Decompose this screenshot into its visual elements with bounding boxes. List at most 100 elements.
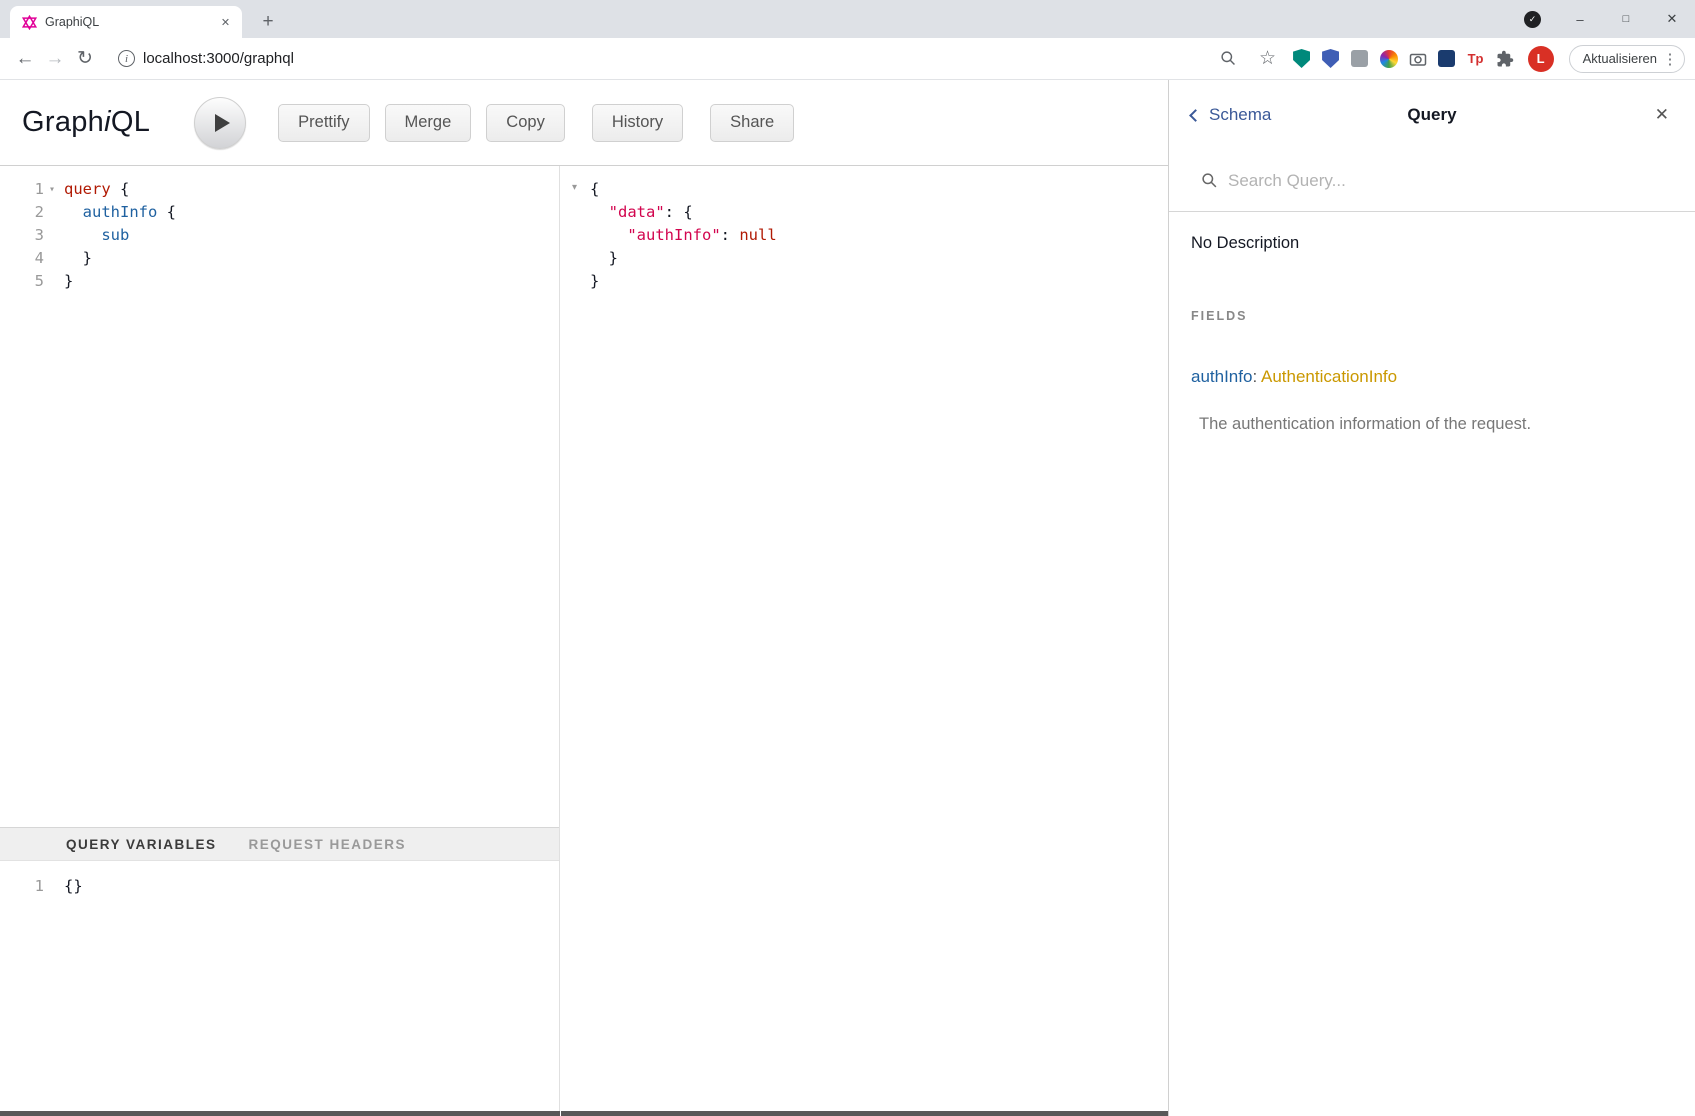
docs-field-name-link[interactable]: authInfo xyxy=(1191,367,1252,386)
result-line: { xyxy=(560,178,1168,201)
token-null-value: null xyxy=(739,226,776,244)
address-bar[interactable]: i localhost:3000/graphql xyxy=(100,43,1214,75)
graphql-favicon-icon xyxy=(22,15,37,30)
query-line: 5 } xyxy=(0,270,559,293)
chevron-left-icon xyxy=(1189,109,1202,122)
docs-title: Query xyxy=(1407,105,1456,125)
reload-button[interactable]: ↻ xyxy=(70,44,100,74)
window-close-button[interactable]: ✕ xyxy=(1649,0,1695,38)
browser-tab[interactable]: GraphiQL ✕ xyxy=(10,6,242,38)
tab-request-headers[interactable]: REQUEST HEADERS xyxy=(249,837,407,852)
query-editor-pane: 1 ▾ query { 2 authInfo { 3 sub 4 } 5 xyxy=(0,166,560,1116)
line-number: 1 xyxy=(0,178,44,201)
browser-menu-icon[interactable]: ⋮ xyxy=(1660,46,1680,72)
result-line: "data": { xyxy=(560,201,1168,224)
token-punctuation: } xyxy=(590,249,618,267)
docs-no-description: No Description xyxy=(1191,234,1673,253)
fold-arrow-icon[interactable]: ▾ xyxy=(44,178,60,201)
token-punctuation: } xyxy=(64,249,92,267)
query-line: 1 ▾ query { xyxy=(0,178,559,201)
result-line: } xyxy=(560,247,1168,270)
variables-tabs: QUERY VARIABLES REQUEST HEADERS xyxy=(0,827,559,861)
url-text: localhost:3000/graphql xyxy=(143,50,294,67)
tab-query-variables[interactable]: QUERY VARIABLES xyxy=(66,837,217,852)
docs-field-row: authInfo: AuthenticationInfo xyxy=(1191,367,1673,387)
docs-close-icon[interactable]: ✕ xyxy=(1655,105,1669,125)
play-icon xyxy=(215,114,230,132)
extensions-puzzle-icon[interactable] xyxy=(1495,49,1515,69)
window-controls: ✓ – □ ✕ xyxy=(1524,0,1695,38)
token-keyword: query xyxy=(64,180,111,198)
result-line: } xyxy=(560,270,1168,293)
docs-back-button[interactable]: Schema xyxy=(1191,105,1271,125)
extension-navy-box-icon[interactable] xyxy=(1437,49,1457,69)
forward-button[interactable]: → xyxy=(40,44,70,74)
docs-content: No Description FIELDS authInfo: Authenti… xyxy=(1169,234,1695,434)
profile-avatar[interactable]: L xyxy=(1528,46,1554,72)
result-viewer: ▾ { "data": { "authInfo": null } } xyxy=(560,166,1168,1116)
merge-button[interactable]: Merge xyxy=(385,104,472,142)
result-line: "authInfo": null xyxy=(560,224,1168,247)
token-punctuation: {} xyxy=(64,877,83,895)
extension-gray-box-icon[interactable] xyxy=(1350,49,1370,69)
tab-title: GraphiQL xyxy=(45,15,217,29)
copy-button[interactable]: Copy xyxy=(486,104,565,142)
variables-section: QUERY VARIABLES REQUEST HEADERS 1 {} xyxy=(0,827,559,1116)
docs-back-label: Schema xyxy=(1209,105,1271,125)
token-field: sub xyxy=(101,226,129,244)
token-json-key: "data" xyxy=(609,203,665,221)
docs-search-input[interactable] xyxy=(1228,171,1673,191)
token-punctuation: { xyxy=(111,180,130,198)
bookmark-star-icon[interactable]: ☆ xyxy=(1253,44,1283,74)
site-info-icon[interactable]: i xyxy=(118,50,135,67)
result-horizontal-scrollbar[interactable] xyxy=(561,1111,1168,1116)
fold-arrow-icon[interactable]: ▾ xyxy=(572,182,577,193)
token-punctuation: : { xyxy=(665,203,693,221)
extension-camera-icon[interactable] xyxy=(1408,49,1428,69)
extension-shield-blue-icon[interactable] xyxy=(1321,49,1341,69)
doc-explorer-panel: Schema Query ✕ No Description FIELDS aut… xyxy=(1168,80,1695,1116)
token-punctuation: } xyxy=(64,272,73,290)
back-button[interactable]: ← xyxy=(10,44,40,74)
new-tab-button[interactable]: + xyxy=(254,8,282,36)
prettify-button[interactable]: Prettify xyxy=(278,104,369,142)
extension-tp-icon[interactable]: Tp xyxy=(1466,49,1486,69)
editor-horizontal-scrollbar[interactable] xyxy=(0,1111,560,1116)
workspace: 1 ▾ query { 2 authInfo { 3 sub 4 } 5 xyxy=(0,166,1168,1116)
status-badge-icon[interactable]: ✓ xyxy=(1524,11,1541,28)
graphiql-topbar: GraphiQL Prettify Merge Copy History Sha… xyxy=(0,80,1168,166)
browser-toolbar: ← → ↻ i localhost:3000/graphql ☆ Tp xyxy=(0,38,1695,80)
docs-fields-heading: FIELDS xyxy=(1191,309,1673,323)
token-field: authInfo xyxy=(83,203,158,221)
docs-field-type-link[interactable]: AuthenticationInfo xyxy=(1261,367,1397,386)
docs-field-separator: : xyxy=(1252,367,1257,386)
variables-editor[interactable]: 1 {} xyxy=(0,861,559,1116)
query-line: 2 authInfo { xyxy=(0,201,559,224)
tab-close-icon[interactable]: ✕ xyxy=(217,14,234,31)
line-number: 4 xyxy=(0,247,44,270)
token-json-key: "authInfo" xyxy=(627,226,720,244)
line-number: 2 xyxy=(0,201,44,224)
doc-explorer-header: Schema Query ✕ xyxy=(1169,80,1695,150)
browser-tab-strip: GraphiQL ✕ + ✓ – □ ✕ xyxy=(0,0,1695,38)
docs-field-description: The authentication information of the re… xyxy=(1199,415,1673,434)
zoom-icon[interactable] xyxy=(1214,44,1244,74)
query-line: 3 sub xyxy=(0,224,559,247)
history-button[interactable]: History xyxy=(592,104,683,142)
search-icon xyxy=(1201,172,1218,189)
token-punctuation: { xyxy=(590,180,599,198)
extension-color-wheel-icon[interactable] xyxy=(1379,49,1399,69)
line-number: 1 xyxy=(0,875,44,898)
window-minimize-button[interactable]: – xyxy=(1557,0,1603,38)
share-button[interactable]: Share xyxy=(710,104,794,142)
extension-shield-teal-icon[interactable] xyxy=(1292,49,1312,69)
browser-update-button[interactable]: Aktualisieren ⋮ xyxy=(1569,45,1685,73)
window-maximize-button[interactable]: □ xyxy=(1603,0,1649,38)
query-editor[interactable]: 1 ▾ query { 2 authInfo { 3 sub 4 } 5 xyxy=(0,166,559,827)
update-button-label: Aktualisieren xyxy=(1583,51,1657,66)
token-punctuation: } xyxy=(590,272,599,290)
toolbar-right-icons: ☆ Tp L Aktualisieren ⋮ xyxy=(1214,44,1685,74)
variables-line: 1 {} xyxy=(0,875,559,898)
token-punctuation: { xyxy=(157,203,176,221)
execute-query-button[interactable] xyxy=(194,97,246,149)
